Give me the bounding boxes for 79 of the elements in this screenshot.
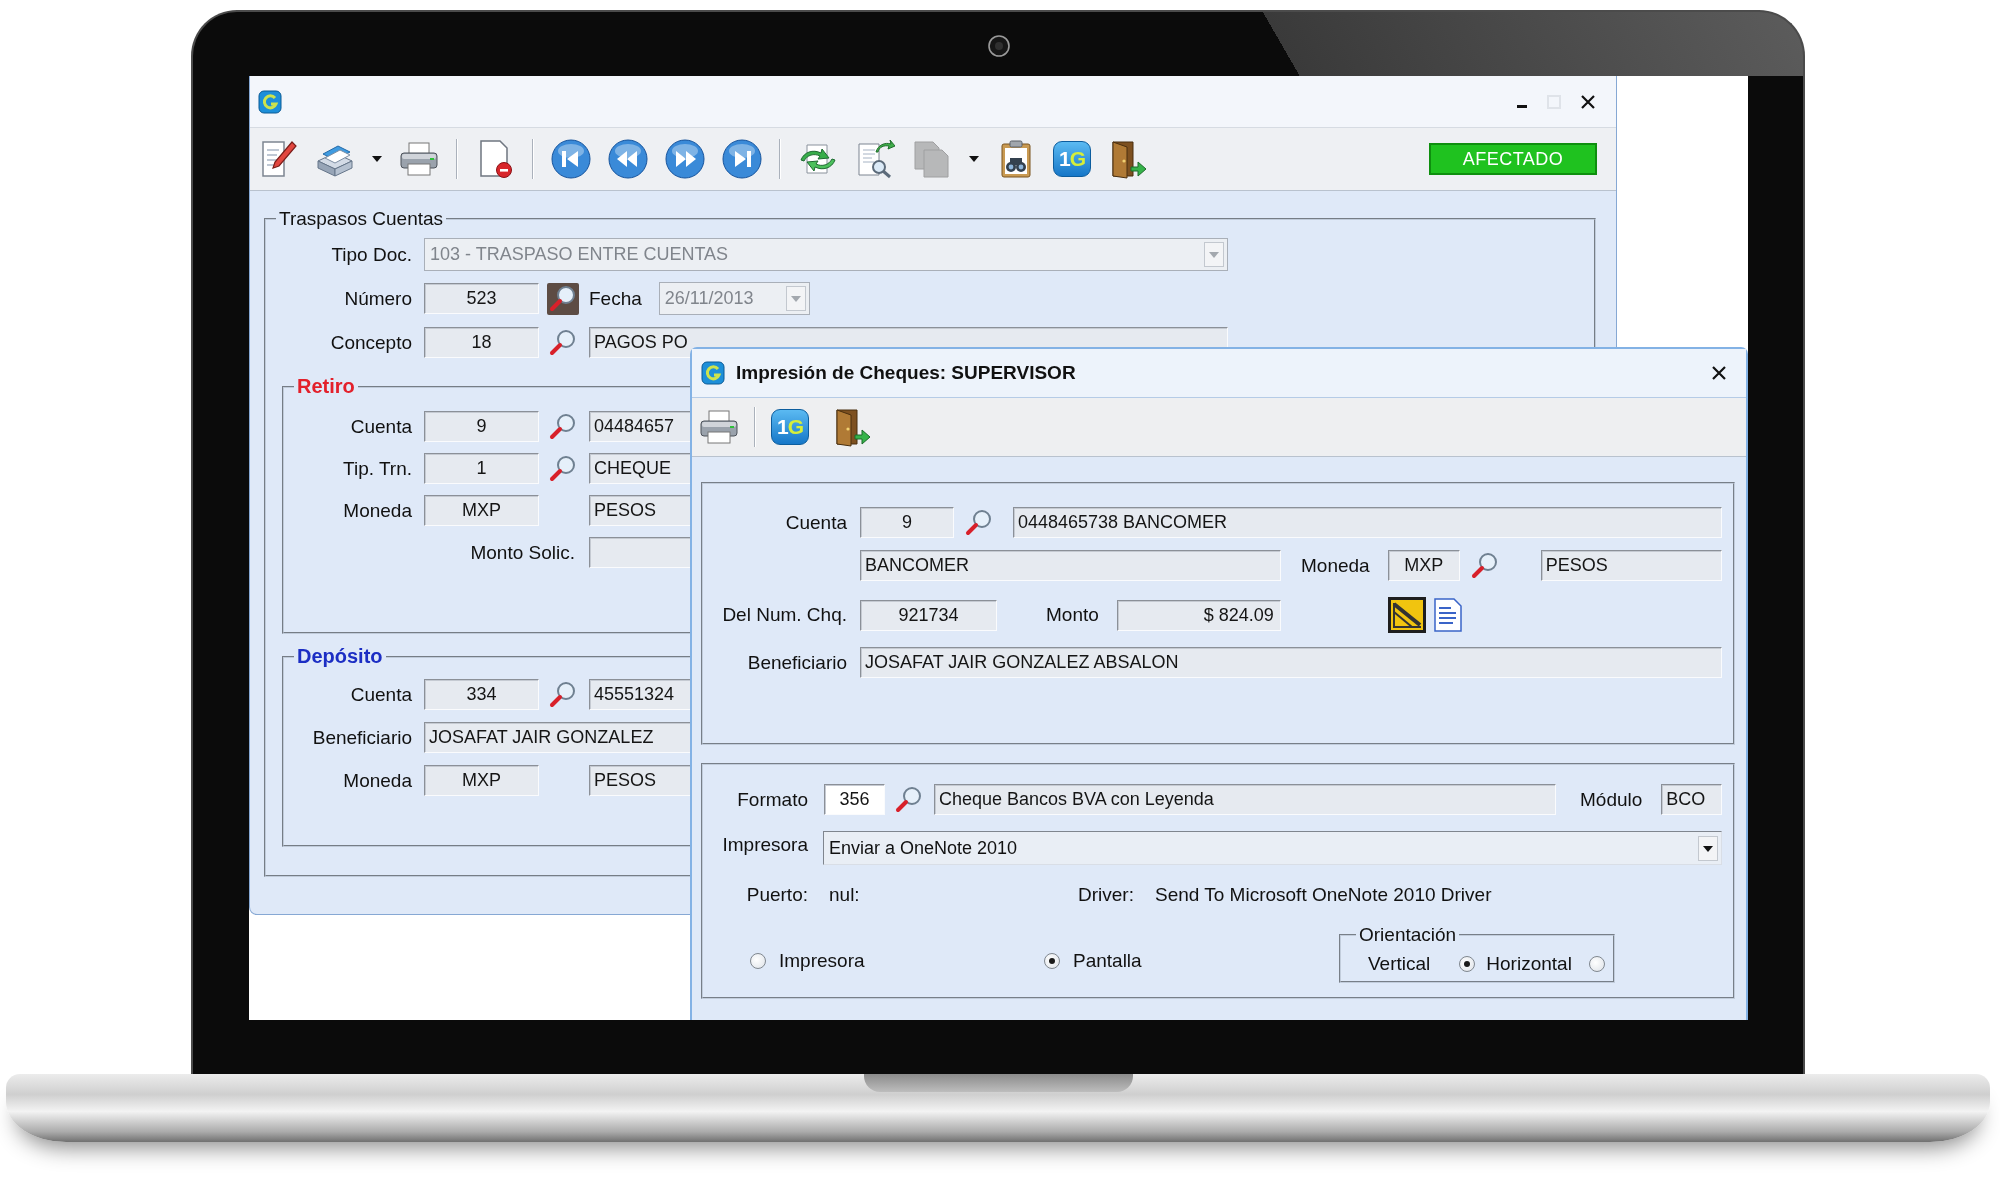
text-field[interactable]: MXP <box>1387 550 1460 581</box>
group-title: Orientación <box>1358 924 1458 946</box>
text-field[interactable]: 9 <box>860 507 954 538</box>
printer-icon[interactable] <box>399 139 439 179</box>
text-field[interactable]: BCO <box>1661 784 1723 815</box>
text-field[interactable]: 9 <box>424 411 539 442</box>
field-label: Moneda <box>1301 554 1370 577</box>
field-label: Driver: <box>1078 884 1134 906</box>
close-icon[interactable] <box>1712 366 1726 380</box>
text-field[interactable]: CHEQUE <box>589 453 691 484</box>
text-field[interactable]: JOSAFAT JAIR GONZALEZ <box>424 722 691 753</box>
field-label: Formato <box>736 788 808 811</box>
text-field[interactable]: 0448465738 BANCOMER <box>1013 507 1722 538</box>
radio-label: Vertical <box>1368 953 1431 975</box>
group-title: Depósito <box>296 645 384 668</box>
combo-box[interactable]: Enviar a OneNote 2010 <box>823 831 1722 865</box>
text-field[interactable]: MXP <box>424 495 539 526</box>
caret-icon[interactable] <box>372 156 382 162</box>
field-label: Fecha <box>589 287 642 310</box>
field-value: Send To Microsoft OneNote 2010 Driver <box>1154 884 1492 906</box>
radio-label: Impresora <box>779 950 865 972</box>
field-label: Tip. Trn. <box>342 457 412 480</box>
webcam-icon <box>987 35 1010 57</box>
field-label: Beneficiario <box>746 651 847 674</box>
radio-label: Horizontal <box>1486 953 1572 975</box>
set-square-icon[interactable] <box>1387 597 1426 633</box>
document-icon[interactable] <box>1433 598 1462 632</box>
field-label: Concepto <box>329 331 412 354</box>
search-icon[interactable] <box>547 282 579 315</box>
dialog-title: Impresión de Cheques: SUPERVISOR <box>736 362 1076 384</box>
text-field[interactable]: 18 <box>424 327 539 358</box>
printer-icon[interactable] <box>699 407 739 447</box>
text-field[interactable]: MXP <box>424 765 539 796</box>
app-icon <box>258 89 282 114</box>
text-field[interactable]: 334 <box>424 679 539 710</box>
field-label: Tipo Doc. <box>330 243 412 266</box>
radio-button[interactable] <box>750 953 766 969</box>
text-field[interactable]: JOSAFAT JAIR GONZALEZ ABSALON <box>860 647 1722 678</box>
text-field[interactable]: PESOS <box>1540 550 1722 581</box>
field-label: Beneficiario <box>311 726 412 749</box>
text-field[interactable]: 523 <box>424 283 539 314</box>
field-label: Puerto: <box>745 884 808 906</box>
group-title: Retiro <box>296 375 356 398</box>
field-label: Moneda <box>342 499 412 522</box>
field-label: Cuenta <box>349 683 412 706</box>
skip-back-icon[interactable] <box>551 139 591 179</box>
text-field[interactable]: 45551324 <box>589 679 691 710</box>
fast-forward-icon[interactable] <box>665 139 705 179</box>
page-magnifier-icon[interactable] <box>855 139 895 179</box>
status-indicator: AFECTADO <box>1429 143 1597 175</box>
skip-forward-icon[interactable] <box>722 139 762 179</box>
field-label: Del Num. Chq. <box>721 604 847 626</box>
field-label: Impresora <box>721 834 808 856</box>
field-label: Monto Solic. <box>469 541 575 564</box>
input-field[interactable] <box>589 537 691 568</box>
radio-label: Pantalla <box>1073 950 1142 972</box>
text-field[interactable]: BANCOMER <box>860 550 1281 581</box>
text-field[interactable]: 921734 <box>860 599 997 631</box>
radio-button[interactable] <box>1459 956 1476 972</box>
rewind-icon[interactable] <box>608 139 648 179</box>
field-label: Cuenta <box>784 511 847 534</box>
text-field[interactable]: 1 <box>424 453 539 484</box>
field-label: Monto <box>1046 604 1099 626</box>
text-field[interactable]: 356 <box>824 784 885 815</box>
group-title: Traspasos Cuentas <box>278 208 445 230</box>
field-label: Módulo <box>1580 788 1643 811</box>
app-icon <box>701 361 725 385</box>
close-icon[interactable] <box>1581 94 1595 109</box>
radio-button[interactable] <box>1044 953 1060 969</box>
field-label: Moneda <box>342 769 412 792</box>
field-label: Número <box>343 287 412 310</box>
text-field[interactable]: 04484657 <box>589 411 691 442</box>
field-value: nul: <box>829 884 860 906</box>
radio-button[interactable] <box>1588 956 1605 972</box>
text-field[interactable]: PESOS <box>589 495 691 526</box>
field-label: Cuenta <box>349 415 412 438</box>
text-field[interactable]: $ 824.09 <box>1116 599 1281 631</box>
text-field[interactable]: PESOS <box>589 765 691 796</box>
text-field[interactable]: Cheque Bancos BVA con Leyenda <box>934 784 1556 815</box>
